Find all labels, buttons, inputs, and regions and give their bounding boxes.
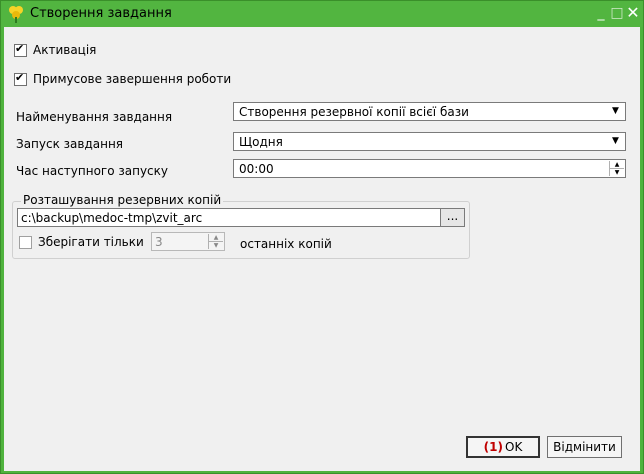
spin-down-icon[interactable]: ▼ (610, 168, 624, 176)
keep-only-suffix: останніх копій (240, 237, 332, 251)
backup-path-value: c:\backup\medoc-tmp\zvit_arc (21, 211, 203, 225)
cancel-button[interactable]: Відмінити (547, 436, 622, 458)
task-name-select[interactable]: Створення резервної копії всієї бази ▼ (233, 102, 626, 121)
flower-app-icon (9, 6, 23, 23)
ok-button[interactable]: (1) OK (466, 436, 540, 458)
dialog-content: Активація Примусове завершення роботи На… (4, 27, 640, 471)
ok-label: OK (505, 440, 523, 454)
task-start-select[interactable]: Щодня ▼ (233, 132, 626, 151)
next-run-value: 00:00 (239, 162, 274, 176)
maximize-button[interactable]: □ (609, 4, 625, 22)
force-shutdown-label: Примусове завершення роботи (33, 72, 232, 86)
task-name-value: Створення резервної копії всієї бази (239, 105, 469, 119)
keep-only-label: Зберігати тільки (38, 235, 144, 249)
close-button[interactable]: ✕ (625, 4, 641, 22)
task-start-label: Запуск завдання (16, 137, 124, 151)
checkbox-unchecked-icon[interactable] (19, 235, 32, 249)
keep-count-input[interactable]: 3 ▲ ▼ (151, 232, 225, 251)
minimize-button[interactable]: _ (593, 4, 609, 22)
checkbox-checked-icon[interactable] (14, 42, 27, 57)
spin-up-icon[interactable]: ▲ (209, 234, 223, 241)
dropdown-arrow-icon[interactable]: ▼ (608, 104, 623, 119)
backup-path-input[interactable]: c:\backup\medoc-tmp\zvit_arc (17, 208, 441, 227)
task-start-value: Щодня (239, 135, 283, 149)
keep-count-spinner[interactable]: ▲ ▼ (208, 234, 223, 249)
ok-badge: (1) (483, 440, 503, 454)
keep-only-checkbox[interactable]: Зберігати тільки (19, 235, 144, 249)
next-run-time-input[interactable]: 00:00 ▲ ▼ (233, 159, 626, 178)
checkbox-checked-icon[interactable] (14, 71, 27, 86)
title-bar[interactable]: Створення завдання _ □ ✕ (1, 1, 643, 27)
dropdown-arrow-icon[interactable]: ▼ (608, 134, 623, 149)
task-name-label: Найменування завдання (16, 110, 173, 124)
time-spinner[interactable]: ▲ ▼ (609, 161, 624, 176)
spin-down-icon[interactable]: ▼ (209, 241, 223, 249)
force-shutdown-checkbox[interactable]: Примусове завершення роботи (14, 71, 232, 86)
next-run-label: Час наступного запуску (16, 164, 169, 178)
spin-up-icon[interactable]: ▲ (610, 161, 624, 168)
activation-label: Активація (33, 43, 97, 57)
window-title: Створення завдання (30, 6, 172, 21)
browse-button[interactable]: ... (440, 208, 465, 227)
backup-location-group-title: Розташування резервних копій (21, 193, 224, 207)
activation-checkbox[interactable]: Активація (14, 42, 97, 57)
keep-count-value: 3 (155, 235, 163, 249)
dialog-window: Створення завдання _ □ ✕ Активація Приму… (0, 0, 644, 474)
